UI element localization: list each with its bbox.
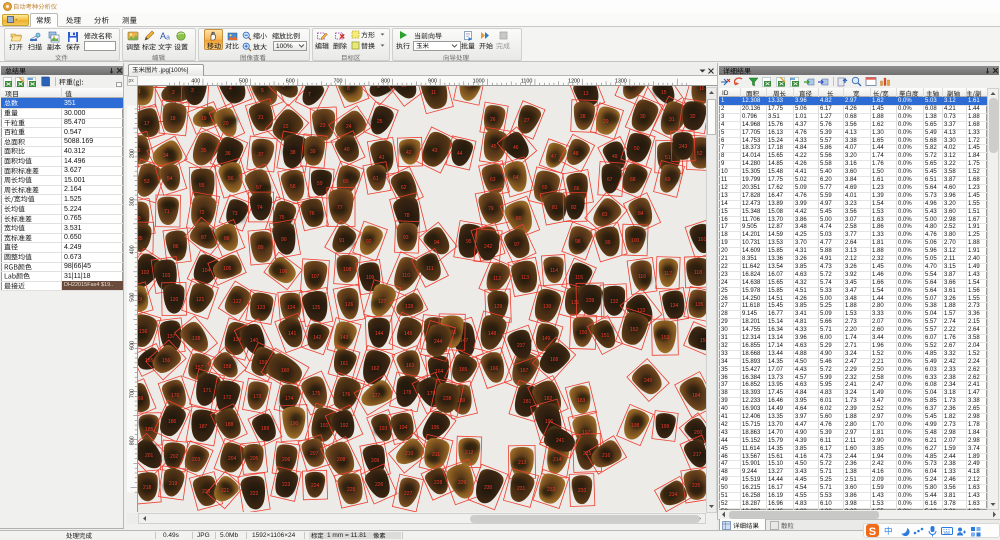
svg-text:800: 800 — [129, 436, 135, 445]
svg-text:600: 600 — [129, 341, 135, 350]
svg-text:S: S — [869, 526, 876, 537]
svg-text:1000: 1000 — [473, 78, 485, 84]
svg-text:200: 200 — [129, 149, 135, 158]
svg-text:800: 800 — [381, 78, 390, 84]
svg-text:500: 500 — [239, 78, 248, 84]
svg-text:1300: 1300 — [615, 78, 627, 84]
svg-text:1200: 1200 — [568, 78, 580, 84]
svg-text:900: 900 — [428, 78, 437, 84]
svg-text:600: 600 — [286, 78, 295, 84]
svg-text:400: 400 — [191, 78, 200, 84]
svg-text:a: a — [166, 34, 170, 41]
svg-text:300: 300 — [129, 197, 135, 206]
svg-text:1100: 1100 — [521, 78, 533, 84]
svg-text:500: 500 — [129, 293, 135, 302]
svg-text:700: 700 — [129, 389, 135, 398]
svg-text:400: 400 — [129, 245, 135, 254]
svg-text:700: 700 — [333, 78, 342, 84]
